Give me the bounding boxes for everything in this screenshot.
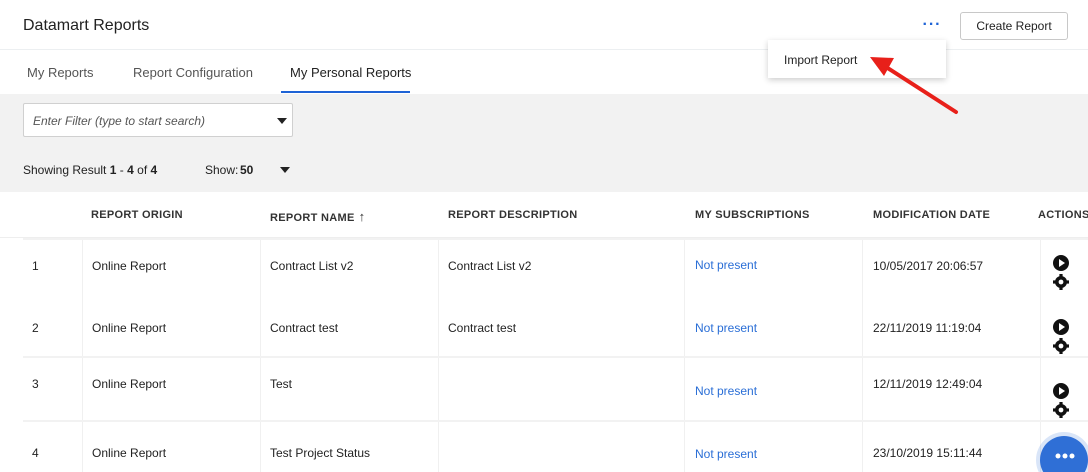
row-index: 4 xyxy=(32,446,39,460)
filter-placeholder: Enter Filter (type to start search) xyxy=(33,114,206,128)
row-modification-date: 12/11/2019 12:49:04 xyxy=(873,377,983,391)
tab-my-personal-reports[interactable]: My Personal Reports xyxy=(290,65,411,80)
table-row: 1 Online Report Contract List v2 Contrac… xyxy=(23,240,1088,302)
play-circle-icon[interactable] xyxy=(1053,319,1069,335)
row-name: Contract test xyxy=(270,321,339,335)
row-index: 1 xyxy=(32,259,39,273)
chat-icon xyxy=(1055,453,1075,459)
column-header-subscriptions[interactable]: MY SUBSCRIPTIONS xyxy=(695,209,810,221)
column-header-origin[interactable]: REPORT ORIGIN xyxy=(91,209,183,221)
row-origin: Online Report xyxy=(92,259,167,273)
row-origin: Online Report xyxy=(92,377,167,391)
row-subscriptions-link[interactable]: Not present xyxy=(695,258,757,272)
row-subscriptions-link[interactable]: Not present xyxy=(695,447,757,461)
play-circle-icon[interactable] xyxy=(1053,255,1069,271)
tab-my-reports[interactable]: My Reports xyxy=(27,65,93,80)
show-label: Show: xyxy=(205,163,239,177)
row-subscriptions-link[interactable]: Not present xyxy=(695,321,757,335)
gear-icon[interactable] xyxy=(1053,338,1069,354)
table-header: REPORT ORIGIN REPORT NAME ↑ REPORT DESCRI… xyxy=(0,192,1088,238)
row-origin: Online Report xyxy=(92,321,167,335)
column-header-modification-date[interactable]: MODIFICATION DATE xyxy=(873,209,990,221)
results-summary: Showing Result 1 - 4 of 4 xyxy=(23,163,158,177)
active-tab-indicator xyxy=(281,91,410,93)
column-header-actions: ACTIONS xyxy=(1038,209,1088,221)
row-origin: Online Report xyxy=(92,446,167,460)
chevron-down-icon xyxy=(277,118,287,124)
annotation-arrow xyxy=(870,57,958,114)
page-title: Datamart Reports xyxy=(23,17,150,34)
row-modification-date: 22/11/2019 11:19:04 xyxy=(873,321,982,335)
row-3-actions xyxy=(1053,383,1069,418)
filter-select[interactable]: Enter Filter (type to start search) xyxy=(23,103,293,137)
row-1-actions xyxy=(1053,255,1069,290)
page-size-select[interactable]: 50 xyxy=(240,163,253,177)
chevron-down-icon[interactable] xyxy=(280,167,290,173)
table-row: 4 Online Report Test Project Status Not … xyxy=(23,422,1088,472)
row-name: Test xyxy=(270,377,293,391)
row-2-actions xyxy=(1053,319,1069,354)
tab-report-configuration[interactable]: Report Configuration xyxy=(133,65,253,80)
table-row: 3 Online Report Test Not present 12/11/2… xyxy=(23,358,1088,420)
play-circle-icon[interactable] xyxy=(1053,383,1069,399)
more-horizontal-icon: ··· xyxy=(922,16,942,33)
gear-icon[interactable] xyxy=(1053,274,1069,290)
gear-icon[interactable] xyxy=(1053,402,1069,418)
column-header-description[interactable]: REPORT DESCRIPTION xyxy=(448,209,577,221)
column-header-name[interactable]: REPORT NAME ↑ xyxy=(270,209,365,224)
table-row: 2 Online Report Contract test Contract t… xyxy=(23,302,1088,356)
row-description: Contract List v2 xyxy=(448,259,532,273)
row-modification-date: 10/05/2017 20:06:57 xyxy=(873,259,984,273)
row-index: 3 xyxy=(32,377,39,391)
row-description: Contract test xyxy=(448,321,517,335)
row-name: Contract List v2 xyxy=(270,259,354,273)
row-name: Test Project Status xyxy=(270,446,371,460)
import-report-menu-item[interactable]: Import Report xyxy=(784,53,857,67)
more-options-button[interactable]: ··· xyxy=(920,14,944,38)
results-bar: Showing Result 1 - 4 of 4 Show: 50 xyxy=(0,146,1088,192)
row-modification-date: 23/10/2019 15:11:44 xyxy=(873,446,983,460)
row-index: 2 xyxy=(32,321,39,335)
create-report-button[interactable]: Create Report xyxy=(960,12,1068,40)
sort-ascending-icon: ↑ xyxy=(358,209,366,224)
row-subscriptions-link[interactable]: Not present xyxy=(695,384,757,398)
